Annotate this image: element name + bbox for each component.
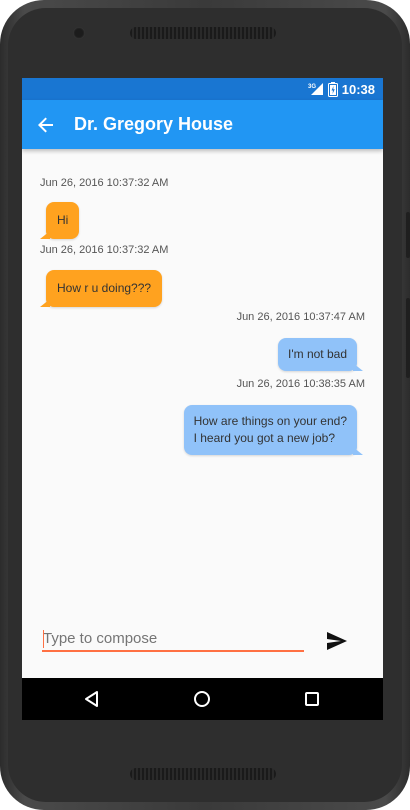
outgoing-message-bubble: How are things on your end? I heard you … bbox=[183, 405, 364, 455]
network-type-label: 3G bbox=[308, 84, 316, 90]
battery-icon bbox=[327, 81, 338, 97]
compose-area bbox=[42, 626, 304, 654]
message-timestamp: Jun 26, 2016 10:38:35 AM bbox=[236, 378, 365, 390]
message-text: How r u doing??? bbox=[57, 281, 152, 295]
power-button bbox=[406, 298, 410, 378]
nav-back-icon[interactable] bbox=[82, 689, 102, 709]
message-text-line: I heard you got a new job? bbox=[193, 431, 335, 445]
arrow-back-icon[interactable] bbox=[36, 115, 56, 135]
compose-input[interactable] bbox=[42, 626, 304, 652]
message-timestamp: Jun 26, 2016 10:37:32 AM bbox=[40, 244, 169, 256]
incoming-message-bubble: Hi bbox=[39, 202, 80, 239]
message-text-line: How are things on your end? bbox=[193, 414, 347, 428]
nav-home-icon[interactable] bbox=[192, 689, 212, 709]
phone-frame: 3G 10:38 Dr. Gregory House Jun 26, 2016 … bbox=[0, 0, 410, 810]
top-speaker bbox=[130, 27, 276, 39]
message-timestamp: Jun 26, 2016 10:37:32 AM bbox=[40, 177, 169, 189]
status-bar: 3G 10:38 bbox=[22, 78, 383, 100]
signal-icon: 3G bbox=[308, 83, 323, 95]
outgoing-message-bubble: I'm not bad bbox=[278, 338, 363, 371]
volume-button bbox=[406, 212, 410, 258]
text-cursor bbox=[43, 630, 44, 648]
message-text: Hi bbox=[57, 213, 69, 227]
nav-recents-icon[interactable] bbox=[302, 689, 322, 709]
message-timestamp: Jun 26, 2016 10:37:47 AM bbox=[236, 311, 365, 323]
system-nav-bar bbox=[22, 678, 383, 720]
status-time: 10:38 bbox=[341, 81, 375, 97]
screen: 3G 10:38 Dr. Gregory House Jun 26, 2016 … bbox=[22, 78, 383, 720]
message-text: I'm not bad bbox=[288, 347, 347, 361]
front-camera bbox=[73, 27, 85, 39]
conversation-title: Dr. Gregory House bbox=[74, 114, 234, 134]
app-bar: Dr. Gregory House bbox=[22, 100, 383, 149]
bottom-speaker bbox=[130, 768, 276, 780]
send-icon[interactable] bbox=[326, 631, 348, 651]
incoming-message-bubble: How r u doing??? bbox=[39, 270, 163, 307]
